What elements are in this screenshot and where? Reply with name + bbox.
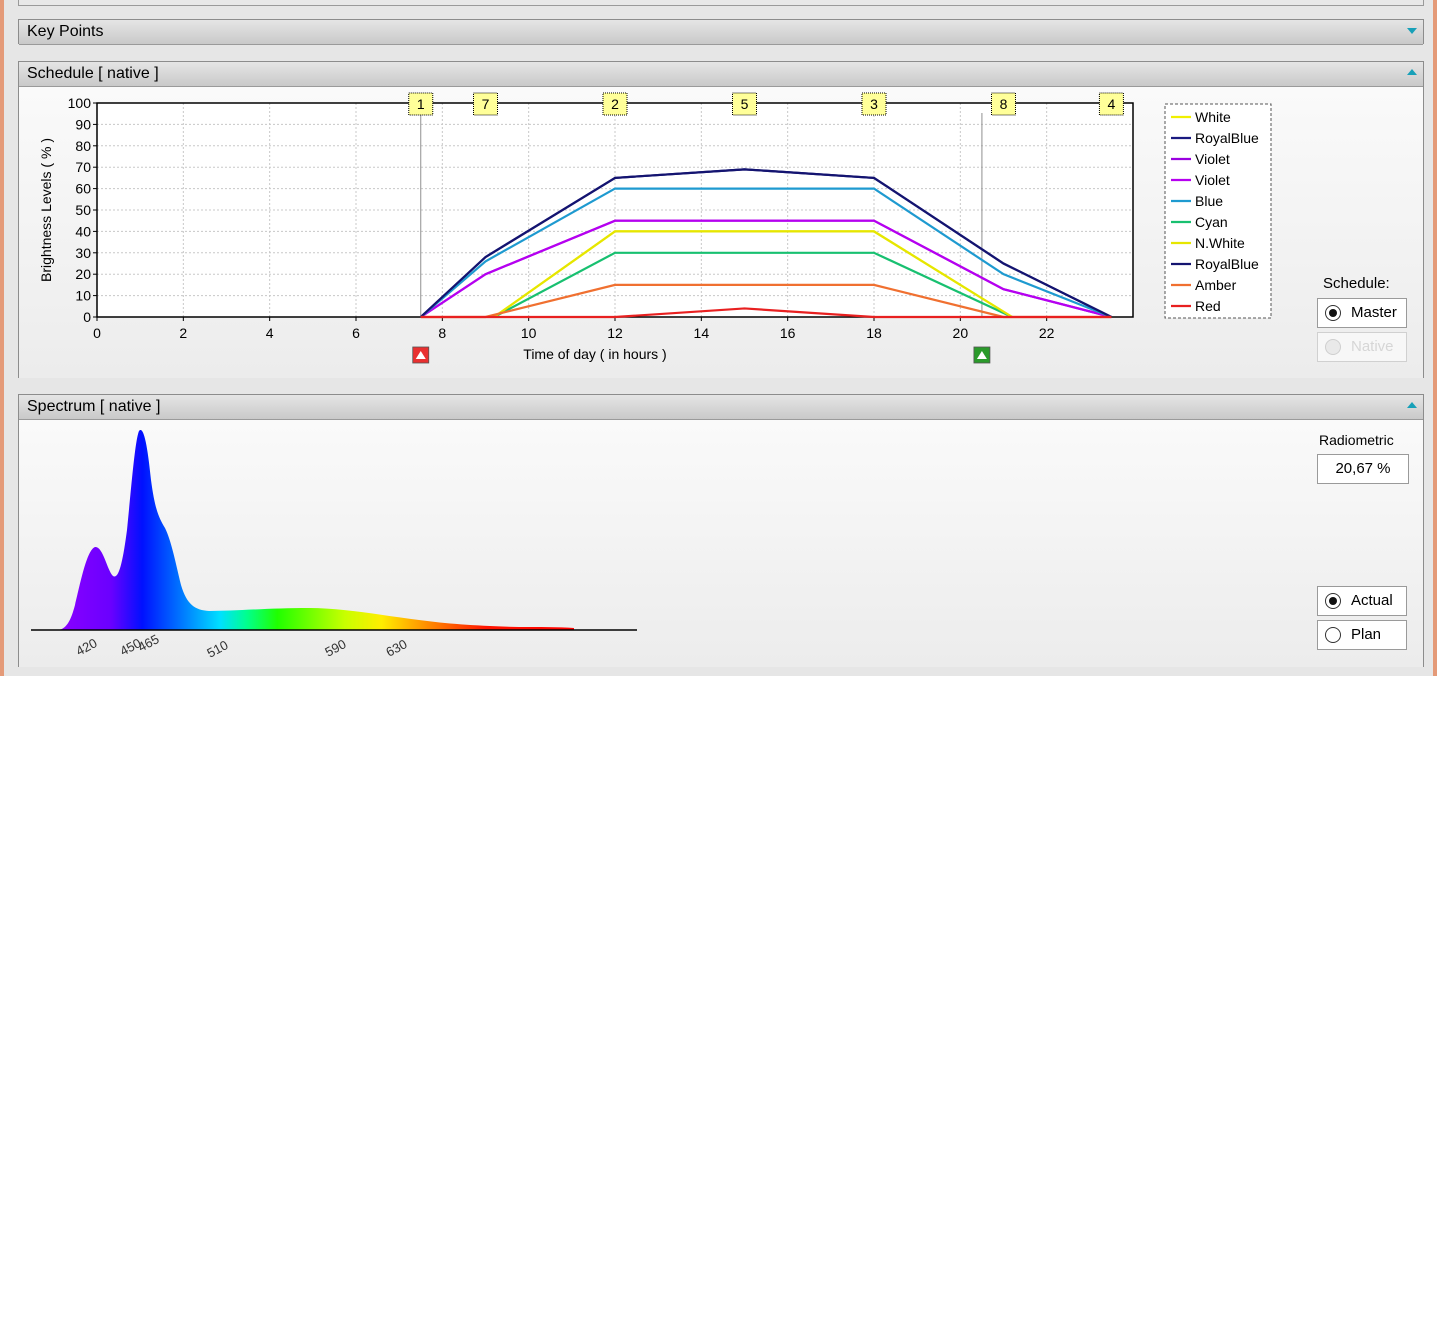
legend-label: Blue [1195,193,1223,209]
key-point-label: 1 [417,96,425,112]
schedule-body: 0 10 20 30 40 50 60 70 80 90 100 0 2 4 6 8 10 12 14 16 18 20 2… [19,87,1423,378]
plan-radio-label: Plan [1351,626,1382,643]
legend-label: Violet [1195,151,1230,167]
y-tick-label: 100 [68,95,92,111]
y-tick-label: 60 [75,181,91,197]
sunset-handle-icon[interactable] [973,346,991,364]
legend-label: RoyalBlue [1195,256,1259,272]
legend-label: Violet [1195,172,1230,188]
wavelength-tick-label: 420 [73,635,99,658]
native-radio-dot [1325,339,1341,355]
x-tick-label: 12 [607,325,623,341]
wavelength-tick-label: 465 [135,631,161,654]
key-point-label: 5 [741,96,749,112]
x-tick-label: 16 [780,325,796,341]
key-point-marker[interactable]: 5 [732,92,757,116]
spectrum-curve [59,430,574,630]
y-tick-label: 80 [75,138,91,154]
y-tick-label: 70 [75,159,91,175]
schedule-selector-label: Schedule: [1323,275,1390,292]
key-point-marker[interactable]: 7 [473,92,498,116]
radiometric-value: 20,67 % [1317,454,1409,484]
wavelength-tick-label: 630 [383,636,409,659]
y-tick-label: 40 [75,223,91,239]
key-point-marker[interactable]: 8 [991,92,1016,116]
y-tick-label: 10 [75,288,91,304]
spectrum-body: 420 450 465 510 590 630 Radiometric 20,6… [19,420,1423,667]
master-radio-dot[interactable] [1325,305,1341,321]
y-tick-label: 20 [75,266,91,282]
y-tick-label: 30 [75,245,91,261]
y-tick-label: 50 [75,202,91,218]
x-tick-label: 0 [93,325,101,341]
legend-label: RoyalBlue [1195,130,1259,146]
x-tick-label: 18 [866,325,882,341]
x-axis-title: Time of day ( in hours ) [523,346,666,362]
x-tick-label: 6 [352,325,360,341]
actual-radio-label: Actual [1351,592,1393,609]
key-point-label: 3 [870,96,878,112]
spectrum-header[interactable]: Spectrum [ native ] [19,395,1423,420]
key-point-label: 4 [1108,96,1116,112]
spectrum-chart: 420 450 465 510 590 630 [31,430,637,661]
key-point-marker[interactable]: 1 [408,92,434,116]
key-points-title: Key Points [27,23,104,40]
legend-label: Cyan [1195,214,1228,230]
x-tick-label: 22 [1039,325,1055,341]
app-window: Key Points Schedule [ native ] 0 10 20 30 40… [0,0,1437,676]
key-point-label: 2 [611,96,619,112]
key-point-label: 8 [1000,96,1008,112]
collapse-arrow-icon[interactable] [1407,402,1417,408]
expand-arrow-icon[interactable] [1407,28,1417,34]
wavelength-tick-label: 590 [322,636,348,659]
x-tick-label: 4 [266,325,274,341]
actual-radio-dot[interactable] [1325,593,1341,609]
sunrise-handle-icon[interactable] [412,346,430,364]
native-radio-label: Native [1351,338,1394,355]
spectrum-panel: Spectrum [ native ] 420 450 465 510 590 … [18,394,1424,667]
legend-label: N.White [1195,235,1245,251]
schedule-panel: Schedule [ native ] 0 10 20 30 40 50 60 70 80 90 1… [18,61,1424,378]
key-point-marker[interactable]: 3 [861,92,887,116]
collapse-arrow-icon[interactable] [1407,69,1417,75]
wavelength-tick-label: 510 [204,637,230,660]
key-point-marker[interactable]: 2 [602,92,628,116]
plan-radio-dot[interactable] [1325,627,1341,643]
native-radio: Native [1317,332,1407,362]
x-tick-label: 14 [694,325,710,341]
key-points-panel: Key Points [18,19,1424,45]
x-tick-label: 20 [953,325,969,341]
schedule-title: Schedule [ native ] [27,65,159,82]
actual-radio[interactable]: Actual [1317,586,1407,616]
plan-radio[interactable]: Plan [1317,620,1407,650]
x-tick-label: 2 [179,325,187,341]
y-axis-title: Brightness Levels ( % ) [38,138,54,282]
y-tick-label: 0 [83,309,91,325]
radiometric-label: Radiometric [1319,432,1394,448]
master-radio[interactable]: Master [1317,298,1407,328]
legend-label: White [1195,109,1231,125]
schedule-chart[interactable]: 01020304050607080901000 2 4 6 8 10 12 14 16 18 20 2… [19,87,1309,378]
schedule-header[interactable]: Schedule [ native ] [19,62,1423,87]
x-tick-label: 10 [521,325,537,341]
key-point-label: 7 [482,96,490,112]
legend-label: Amber [1195,277,1237,293]
spectrum-title: Spectrum [ native ] [27,398,161,415]
key-point-marker[interactable]: 4 [1098,92,1124,116]
y-tick-label: 90 [75,116,91,132]
master-radio-label: Master [1351,304,1397,321]
legend-label: Red [1195,298,1221,314]
key-points-header[interactable]: Key Points [19,20,1423,45]
x-tick-label: 8 [438,325,446,341]
previous-panel-edge [18,0,1424,6]
